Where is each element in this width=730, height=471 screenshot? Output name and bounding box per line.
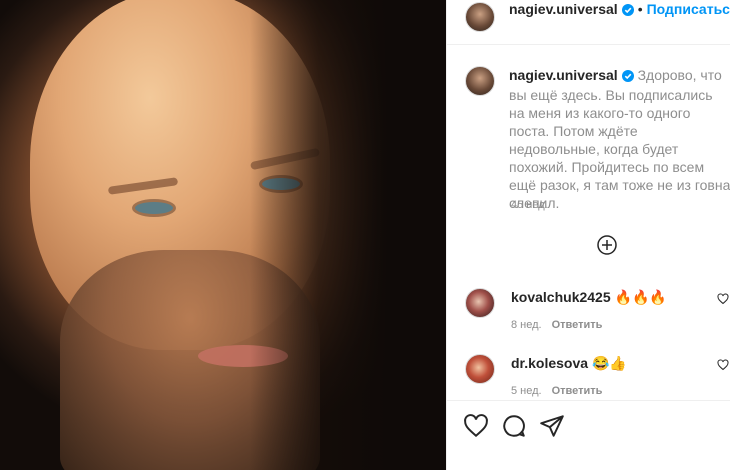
caption-time[interactable]: 45 нед.	[511, 199, 548, 211]
post-side-panel: nagiev.universal • Подписаться nagiev.univ…	[446, 0, 730, 470]
follow-button[interactable]: Подписаться	[647, 1, 730, 17]
comment-item: kovalchuk2425 🔥🔥🔥	[511, 289, 667, 306]
author-username[interactable]: nagiev.universal	[509, 1, 618, 17]
comment-item: dr.kolesova 😂👍	[511, 355, 627, 372]
caption-text: Здорово, что вы ещё здесь. Вы подписалис…	[509, 67, 730, 211]
author-avatar[interactable]	[465, 2, 495, 32]
comment-avatar[interactable]	[465, 288, 495, 318]
post-header: nagiev.universal • Подписаться	[447, 0, 730, 45]
heart-icon[interactable]	[463, 413, 489, 439]
paper-plane-icon[interactable]	[539, 413, 565, 439]
comment-meta: 5 нед. Ответить	[511, 385, 602, 397]
heart-icon[interactable]	[717, 358, 729, 371]
action-bar	[447, 400, 730, 471]
comment-text: 🔥🔥🔥	[614, 289, 667, 305]
separator-dot: •	[637, 1, 643, 17]
comment-text: 😂👍	[591, 355, 627, 371]
post-photo[interactable]	[0, 0, 446, 470]
comment-icon[interactable]	[501, 413, 527, 439]
reply-button[interactable]: Ответить	[552, 385, 603, 397]
reply-button[interactable]: Ответить	[552, 319, 603, 331]
plus-circle-icon[interactable]	[597, 235, 617, 255]
verified-badge-icon	[621, 3, 634, 21]
post-caption: nagiev.universal Здорово, что вы ещё зде…	[509, 66, 730, 212]
comment-meta: 8 нед. Ответить	[511, 319, 602, 331]
author-name-row: nagiev.universal • Подписаться	[509, 1, 730, 21]
caption-username[interactable]: nagiev.universal	[509, 67, 618, 83]
verified-badge-icon	[621, 68, 634, 86]
caption-author-avatar[interactable]	[465, 66, 495, 96]
heart-icon[interactable]	[717, 292, 729, 305]
comment-username[interactable]: dr.kolesova	[511, 355, 588, 371]
comment-time[interactable]: 8 нед.	[511, 319, 542, 331]
comment-username[interactable]: kovalchuk2425	[511, 289, 611, 305]
photo-shadow	[250, 0, 446, 470]
comment-avatar[interactable]	[465, 354, 495, 384]
comment-time[interactable]: 5 нед.	[511, 385, 542, 397]
photo-left-eye	[135, 202, 173, 214]
